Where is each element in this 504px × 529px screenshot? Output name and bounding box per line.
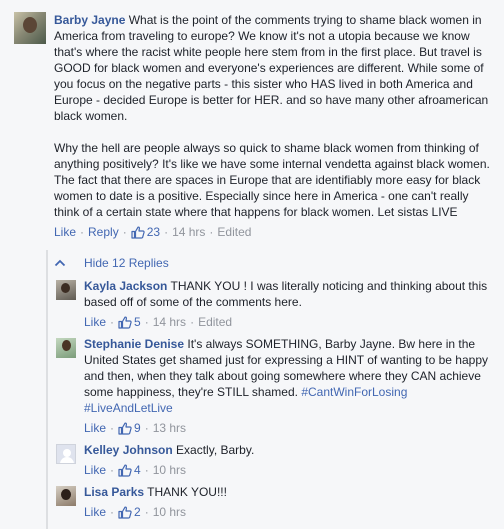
reply-actions: Like · 4 · 10 hrs xyxy=(84,462,496,478)
avatar[interactable] xyxy=(56,486,76,506)
separator: · xyxy=(110,463,115,477)
timestamp[interactable]: 14 hrs xyxy=(172,224,205,240)
comment-paragraph-2: Why the hell are people always so quick … xyxy=(54,141,490,219)
reply-body: Stephanie Denise It's always SOMETHING, … xyxy=(84,336,496,436)
thumbs-up-icon[interactable] xyxy=(118,422,132,435)
timestamp[interactable]: 14 hrs xyxy=(153,314,186,330)
reply-author[interactable]: Lisa Parks xyxy=(84,485,144,499)
separator: · xyxy=(122,225,127,239)
like-count[interactable]: 4 xyxy=(134,462,141,478)
replies-list: Hide 12 Replies Kayla Jackson THANK YOU … xyxy=(46,250,504,529)
reply-author[interactable]: Kelley Johnson xyxy=(84,443,173,457)
reply-actions: Like · 5 · 14 hrs · Edited xyxy=(84,314,496,330)
separator: · xyxy=(190,315,195,329)
avatar[interactable] xyxy=(14,12,46,44)
separator: · xyxy=(80,225,85,239)
like-link[interactable]: Like xyxy=(54,224,76,240)
reply-author[interactable]: Kayla Jackson xyxy=(84,279,167,293)
timestamp[interactable]: 13 hrs xyxy=(153,420,186,436)
reply-link[interactable]: Reply xyxy=(88,224,119,240)
chevron-up-icon xyxy=(54,259,66,267)
like-link[interactable]: Like xyxy=(84,314,106,330)
reply-body: Lisa Parks THANK YOU!!! Like · 2 · 10 hr… xyxy=(84,484,496,520)
avatar[interactable] xyxy=(56,444,76,464)
timestamp[interactable]: 10 hrs xyxy=(153,462,186,478)
reply-body: Kayla Jackson THANK YOU ! I was literall… xyxy=(84,278,496,330)
comment-paragraph-1: Barby Jayne What is the point of the com… xyxy=(54,12,494,124)
edited-label[interactable]: Edited xyxy=(217,224,251,240)
separator: · xyxy=(110,421,115,435)
separator: · xyxy=(209,225,214,239)
like-count[interactable]: 5 xyxy=(134,314,141,330)
avatar[interactable] xyxy=(56,280,76,300)
thumbs-up-icon[interactable] xyxy=(118,464,132,477)
comment-actions: Like · Reply · 23 · 14 hrs · Edited xyxy=(54,224,494,240)
reply-actions: Like · 9 · 13 hrs xyxy=(84,420,496,436)
like-count[interactable]: 9 xyxy=(134,420,141,436)
like-link[interactable]: Like xyxy=(84,462,106,478)
avatar[interactable] xyxy=(56,338,76,358)
like-link[interactable]: Like xyxy=(84,504,106,520)
separator: · xyxy=(110,505,115,519)
reply-author[interactable]: Stephanie Denise xyxy=(84,337,184,351)
thumbs-up-icon[interactable] xyxy=(131,226,145,239)
like-count[interactable]: 23 xyxy=(147,224,160,240)
reply-text: Exactly, Barby. xyxy=(176,443,255,457)
comment-author[interactable]: Barby Jayne xyxy=(54,13,125,27)
reply-actions: Like · 2 · 10 hrs xyxy=(84,504,496,520)
thumbs-up-icon[interactable] xyxy=(118,316,132,329)
like-count[interactable]: 2 xyxy=(134,504,141,520)
separator: · xyxy=(144,505,149,519)
comment-thread: Barby Jayne What is the point of the com… xyxy=(0,0,504,529)
comment-body: Barby Jayne What is the point of the com… xyxy=(54,12,494,240)
timestamp[interactable]: 10 hrs xyxy=(153,504,186,520)
thumbs-up-icon[interactable] xyxy=(118,506,132,519)
like-link[interactable]: Like xyxy=(84,420,106,436)
comment-text-1: What is the point of the comments trying… xyxy=(54,13,489,123)
reply-text: THANK YOU!!! xyxy=(147,485,227,499)
separator: · xyxy=(144,421,149,435)
separator: · xyxy=(144,315,149,329)
edited-label[interactable]: Edited xyxy=(198,314,232,330)
hide-replies-button[interactable]: Hide 12 Replies xyxy=(54,256,169,270)
separator: · xyxy=(144,463,149,477)
hide-replies-label: Hide 12 Replies xyxy=(84,256,169,270)
separator: · xyxy=(110,315,115,329)
reply-body: Kelley Johnson Exactly, Barby. Like · 4 … xyxy=(84,442,496,478)
separator: · xyxy=(164,225,169,239)
